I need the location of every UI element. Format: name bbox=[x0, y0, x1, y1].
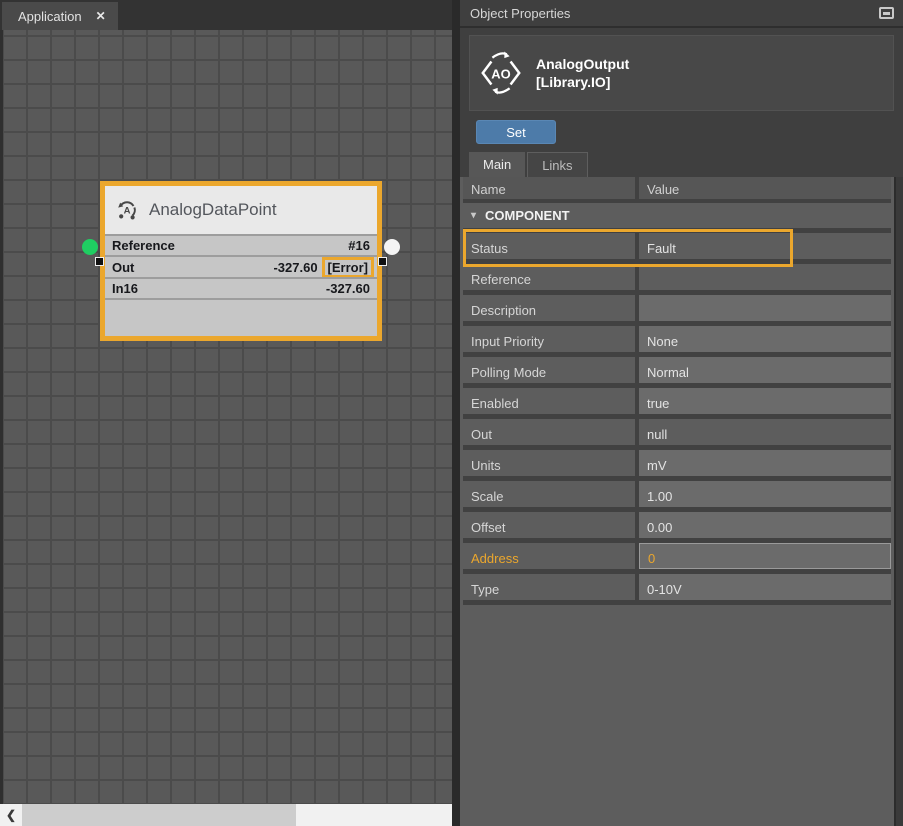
panel-titlebar: Object Properties bbox=[460, 0, 903, 28]
property-name: Out bbox=[463, 419, 635, 445]
column-header-value: Value bbox=[639, 177, 891, 199]
tab-links[interactable]: Links bbox=[527, 152, 587, 177]
property-name: Address bbox=[463, 543, 635, 569]
component-header-card: AO AnalogOutput [Library.IO] bbox=[469, 35, 894, 111]
property-row-enabled[interactable]: Enabledtrue bbox=[463, 388, 891, 419]
pane-divider[interactable] bbox=[452, 0, 460, 826]
section-component[interactable]: ▾ COMPONENT bbox=[463, 203, 891, 233]
panel-title: Object Properties bbox=[470, 6, 570, 21]
property-value[interactable]: 0 bbox=[639, 543, 891, 569]
scroll-left-arrow-icon[interactable]: ❮ bbox=[0, 808, 22, 822]
tab-main[interactable]: Main bbox=[469, 152, 525, 177]
property-value[interactable]: Normal bbox=[639, 357, 891, 383]
property-name: Offset bbox=[463, 512, 635, 538]
node-slot-out[interactable]: Out -327.60[Error] bbox=[105, 255, 377, 277]
slot-name: In16 bbox=[112, 281, 138, 296]
set-button[interactable]: Set bbox=[476, 120, 556, 144]
property-row-input-priority[interactable]: Input PriorityNone bbox=[463, 326, 891, 357]
tab-label: Application bbox=[18, 9, 82, 24]
property-row-offset[interactable]: Offset0.00 bbox=[463, 512, 891, 543]
property-name: Polling Mode bbox=[463, 357, 635, 383]
document-tabbar: Application ✕ bbox=[0, 0, 452, 30]
wiresheet-canvas[interactable]: A AnalogDataPoint Reference #16 Out -327.60… bbox=[0, 30, 452, 804]
node-title: AnalogDataPoint bbox=[149, 200, 277, 220]
property-name: Description bbox=[463, 295, 635, 321]
property-value: null bbox=[639, 419, 891, 445]
section-label: COMPONENT bbox=[485, 208, 570, 223]
property-row-description[interactable]: Description bbox=[463, 295, 891, 326]
column-header-name: Name bbox=[463, 177, 635, 199]
tab-close-icon[interactable]: ✕ bbox=[96, 9, 106, 23]
canvas-pane: Application ✕ A AnalogDataPoint bbox=[0, 0, 452, 826]
svg-text:A: A bbox=[124, 206, 131, 217]
property-name: Status bbox=[463, 233, 635, 259]
slot-name: Reference bbox=[112, 238, 175, 253]
property-row-scale[interactable]: Scale1.00 bbox=[463, 481, 891, 512]
app-window: Application ✕ A AnalogDataPoint bbox=[0, 0, 903, 826]
property-row-address[interactable]: Address0 bbox=[463, 543, 891, 574]
property-value[interactable]: true bbox=[639, 388, 891, 414]
property-value[interactable]: 0-10V bbox=[639, 574, 891, 600]
component-name: AnalogOutput bbox=[536, 55, 629, 73]
node-header[interactable]: A AnalogDataPoint bbox=[105, 186, 377, 234]
node-slot-in16[interactable]: In16 -327.60 bbox=[105, 277, 377, 298]
property-value[interactable]: 0.00 bbox=[639, 512, 891, 538]
analog-datapoint-node[interactable]: A AnalogDataPoint Reference #16 Out -327.60… bbox=[100, 181, 382, 341]
output-port[interactable] bbox=[384, 239, 400, 255]
property-row-reference[interactable]: Reference bbox=[463, 264, 891, 295]
error-annotation-box: [Error] bbox=[322, 257, 374, 278]
analog-point-icon: A bbox=[115, 198, 139, 222]
property-name: Enabled bbox=[463, 388, 635, 414]
property-name: Units bbox=[463, 450, 635, 476]
table-header: Name Value bbox=[463, 177, 891, 203]
selection-handle-right[interactable] bbox=[378, 257, 387, 266]
property-row-polling-mode[interactable]: Polling ModeNormal bbox=[463, 357, 891, 388]
property-value[interactable] bbox=[639, 295, 891, 321]
component-library: [Library.IO] bbox=[536, 73, 629, 91]
property-value[interactable]: None bbox=[639, 326, 891, 352]
property-name: Scale bbox=[463, 481, 635, 507]
panel-right-gutter bbox=[894, 177, 903, 826]
slot-value: -327.60[Error] bbox=[273, 257, 370, 278]
node-slot-reference[interactable]: Reference #16 bbox=[105, 234, 377, 255]
property-name: Reference bbox=[463, 264, 635, 290]
tab-application[interactable]: Application ✕ bbox=[2, 2, 118, 30]
slot-value: #16 bbox=[348, 238, 370, 253]
property-row-out[interactable]: Outnull bbox=[463, 419, 891, 450]
input-port-connected[interactable] bbox=[82, 239, 98, 255]
horizontal-scrollbar[interactable]: ❮ bbox=[0, 804, 452, 826]
slot-name: Out bbox=[112, 260, 134, 275]
svg-text:AO: AO bbox=[491, 66, 510, 81]
node-empty-row bbox=[105, 298, 377, 336]
property-row-status[interactable]: StatusFault bbox=[463, 233, 891, 264]
property-row-units[interactable]: UnitsmV bbox=[463, 450, 891, 481]
object-properties-panel: Object Properties AO AnalogOutput [Libra… bbox=[460, 0, 903, 826]
selection-handle-left[interactable] bbox=[95, 257, 104, 266]
collapse-icon[interactable]: ▾ bbox=[471, 210, 476, 221]
dock-window-icon[interactable] bbox=[879, 7, 894, 19]
panel-tabs: Main Links bbox=[460, 152, 903, 177]
properties-table: Name Value ▾ COMPONENT StatusFaultRefere… bbox=[460, 177, 903, 826]
property-value[interactable]: mV bbox=[639, 450, 891, 476]
scrollbar-thumb[interactable] bbox=[22, 804, 296, 826]
property-value: Fault bbox=[639, 233, 891, 259]
slot-value: -327.60 bbox=[326, 281, 370, 296]
property-value bbox=[639, 264, 891, 290]
analog-output-icon: AO bbox=[478, 50, 524, 96]
property-name: Input Priority bbox=[463, 326, 635, 352]
property-value[interactable]: 1.00 bbox=[639, 481, 891, 507]
property-name: Type bbox=[463, 574, 635, 600]
property-row-type[interactable]: Type0-10V bbox=[463, 574, 891, 605]
